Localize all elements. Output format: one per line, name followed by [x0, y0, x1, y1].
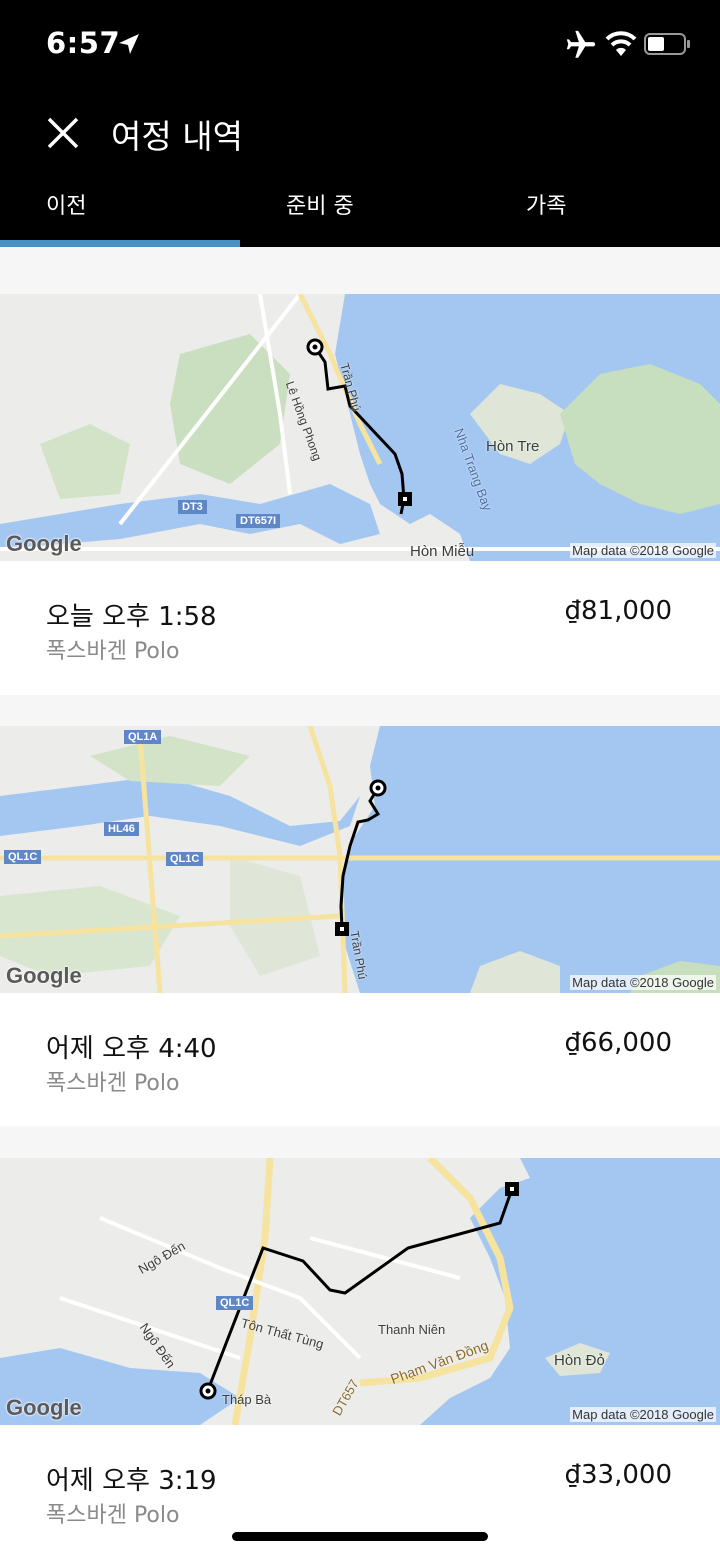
road-label: QL1A — [124, 730, 162, 744]
trip-card[interactable]: QL1C Ngô Đến Ngô Đến Tôn Thất Tùng Thanh… — [0, 1158, 720, 1558]
road-label: DT657I — [236, 514, 281, 528]
place-label: Hòn Tre — [486, 438, 540, 455]
location-arrow-icon — [119, 34, 139, 54]
place-label: Hòn Đỏ — [554, 1352, 605, 1369]
map-attribution: Map data ©2018 Google — [570, 975, 716, 990]
tab-bar: 이전 준비 중 가족 — [0, 180, 720, 247]
trip-price: ₫33,000 — [564, 1460, 672, 1490]
trip-card[interactable]: DT3 DT657I Lê Hồng Phong Trần Phú Hòn Tr… — [0, 294, 720, 695]
map-attribution: Map data ©2018 Google — [570, 543, 716, 558]
place-label: Tháp Bà — [222, 1392, 272, 1407]
active-tab-indicator — [0, 240, 240, 247]
page-title: 여정 내역 — [111, 117, 243, 156]
trip-time: 오늘 오후 1:58 — [46, 602, 217, 632]
google-logo: Google — [6, 1395, 82, 1420]
trip-price: ₫81,000 — [564, 596, 672, 626]
close-icon[interactable] — [40, 110, 86, 156]
title-bar: 여정 내역 — [0, 98, 720, 168]
tab-label: 이전 — [46, 194, 87, 219]
tab-upcoming[interactable]: 준비 중 — [240, 180, 480, 247]
trip-price: ₫66,000 — [564, 1028, 672, 1058]
place-label: Hòn Miễu — [410, 543, 475, 560]
app-header: 6:57 여정 내역 이전 준비 중 가족 — [0, 0, 720, 247]
status-time: 6:57 — [46, 26, 121, 60]
google-logo: Google — [6, 963, 82, 988]
trip-map: QL1C Ngô Đến Ngô Đến Tôn Thất Tùng Thanh… — [0, 1158, 720, 1425]
trip-time: 어제 오후 3:19 — [46, 1466, 217, 1496]
trip-map: DT3 DT657I Lê Hồng Phong Trần Phú Hòn Tr… — [0, 294, 720, 561]
google-logo: Google — [6, 531, 82, 556]
tab-past[interactable]: 이전 — [0, 180, 240, 247]
status-bar: 6:57 — [0, 0, 720, 90]
trip-car: 폭스바겐 Polo — [46, 639, 180, 664]
trip-car: 폭스바겐 Polo — [46, 1071, 180, 1096]
trip-map: QL1A HL46 QL1C QL1C Trần Phú Google Map … — [0, 726, 720, 993]
street-label: Thanh Niên — [378, 1322, 446, 1337]
battery-icon — [644, 33, 690, 55]
road-label: QL1C — [4, 850, 42, 864]
road-label: QL1C — [166, 852, 204, 866]
map-graphic — [0, 294, 720, 561]
trip-car: 폭스바겐 Polo — [46, 1503, 180, 1528]
home-indicator[interactable] — [232, 1532, 488, 1541]
trip-card[interactable]: QL1A HL46 QL1C QL1C Trần Phú Google Map … — [0, 726, 720, 1126]
road-label: HL46 — [104, 822, 139, 836]
map-attribution: Map data ©2018 Google — [570, 1407, 716, 1422]
road-label: QL1C — [216, 1296, 254, 1310]
airplane-icon — [566, 30, 596, 58]
tab-label: 준비 중 — [286, 194, 354, 219]
trip-time: 어제 오후 4:40 — [46, 1034, 217, 1064]
tab-label: 가족 — [526, 194, 567, 219]
wifi-icon — [605, 31, 637, 56]
road-label: DT3 — [178, 500, 207, 514]
tab-family[interactable]: 가족 — [480, 180, 720, 247]
